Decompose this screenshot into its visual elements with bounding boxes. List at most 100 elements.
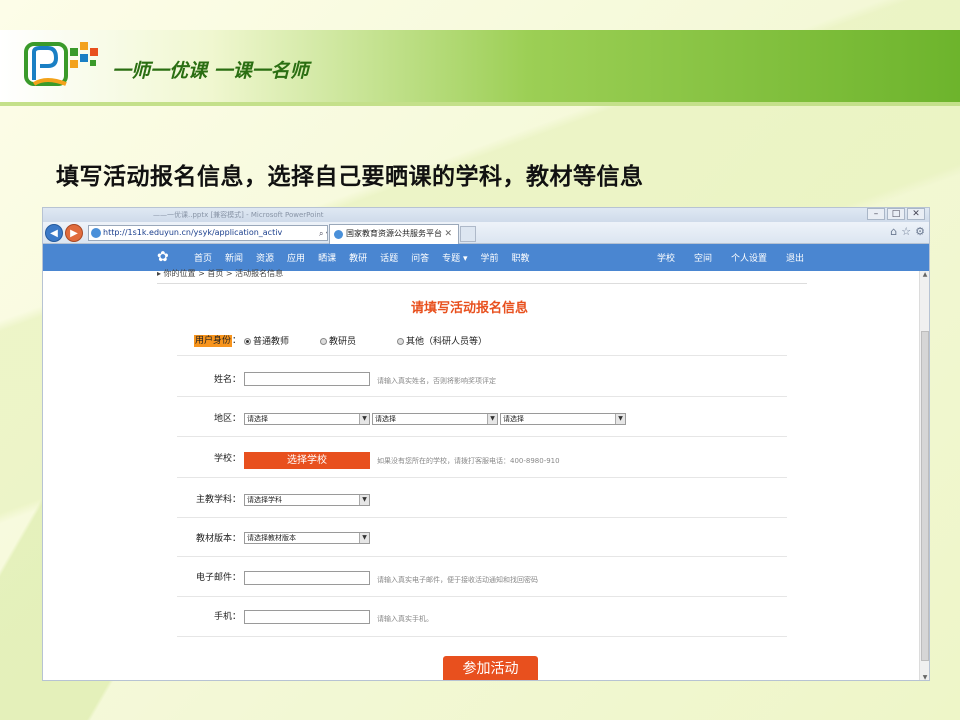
page-icon (91, 228, 101, 238)
region-label: 地区： (213, 414, 241, 424)
browser-icons: ⌂ ☆ ⚙ (890, 225, 925, 238)
forward-arrow-icon[interactable]: ▶ (65, 224, 83, 242)
star-icon[interactable]: ☆ (901, 225, 911, 238)
identity-label-text: 用户身份 (193, 335, 232, 347)
home-icon[interactable]: ⌂ (890, 225, 897, 238)
row-divider (177, 596, 787, 597)
tab-favicon-icon (334, 230, 343, 239)
browser-screenshot: ——一优课..pptx [兼容模式] - Microsoft PowerPoin… (42, 207, 930, 681)
nav-item-school[interactable]: 学校 (657, 251, 675, 264)
identity-colon: ： (231, 336, 241, 346)
select-value: 请选择教材版本 (247, 534, 296, 542)
district-select[interactable]: 请选择 ▼ (500, 413, 626, 425)
site-logo-icon[interactable]: ✿ (157, 248, 175, 266)
email-input[interactable] (244, 571, 370, 585)
join-activity-button[interactable]: 参加活动 (443, 656, 538, 680)
subject-select[interactable]: 请选择学科 ▼ (244, 494, 370, 506)
window-controls: – □ ✕ (867, 208, 925, 220)
name-label: 姓名： (213, 375, 241, 385)
select-value: 请选择 (247, 415, 268, 423)
row-divider (177, 556, 787, 557)
back-arrow-icon[interactable]: ◀ (45, 224, 63, 242)
row-divider (177, 396, 787, 397)
site-navbar: ✿ 首页 新闻 资源 应用 晒课 教研 话题 问答 专题 ▾ 学前 职教 学校 … (43, 244, 929, 271)
radio-unselected-icon (397, 338, 404, 345)
row-divider (177, 436, 787, 437)
row-divider (177, 355, 787, 356)
nav-item-research[interactable]: 教研 (349, 251, 367, 264)
window-title: ——一优课..pptx [兼容模式] - Microsoft PowerPoin… (153, 211, 324, 219)
nav-item-space[interactable]: 空间 (694, 251, 712, 264)
address-tools[interactable]: ⌕ ▾ ☰ C ✕ (319, 227, 327, 240)
edition-label: 教材版本： (195, 534, 241, 544)
phone-hint: 请输入真实手机。 (377, 615, 433, 623)
nav-item-logout[interactable]: 退出 (786, 251, 804, 264)
edition-select[interactable]: 请选择教材版本 ▼ (244, 532, 370, 544)
slide-title: 填写活动报名信息，选择自己要晒课的学科，教材等信息 (56, 164, 644, 190)
select-value: 请选择 (375, 415, 396, 423)
maximize-icon[interactable]: □ (887, 208, 905, 220)
site-nav: 首页 新闻 资源 应用 晒课 教研 话题 问答 专题 ▾ 学前 职教 (194, 244, 543, 271)
radio-unselected-icon (320, 338, 327, 345)
select-value: 请选择学科 (247, 496, 282, 504)
chevron-down-icon: ▼ (615, 414, 625, 424)
nav-item-resources[interactable]: 资源 (256, 251, 274, 264)
nav-item-apps[interactable]: 应用 (287, 251, 305, 264)
chevron-down-icon: ▼ (487, 414, 497, 424)
school-hint: 如果没有您所在的学校，请拨打客服电话：400-8980-910 (377, 457, 560, 465)
nav-item-topics[interactable]: 话题 (380, 251, 398, 264)
window-titlebar: ——一优课..pptx [兼容模式] - Microsoft PowerPoin… (43, 208, 929, 222)
nav-item-special[interactable]: 专题 ▾ (442, 251, 467, 264)
chevron-down-icon: ▼ (359, 533, 369, 543)
nav-item-news[interactable]: 新闻 (225, 251, 243, 264)
radio-label: 其他（科研人员等） (406, 337, 488, 347)
minimize-icon[interactable]: – (867, 208, 885, 220)
nav-item-preschool[interactable]: 学前 (481, 251, 499, 264)
scroll-down-icon[interactable]: ▼ (921, 674, 929, 680)
new-tab-button[interactable] (460, 226, 476, 242)
url-text: http://1s1k.eduyun.cn/ysyk/application_a… (103, 228, 283, 237)
address-bar[interactable]: http://1s1k.eduyun.cn/ysyk/application_a… (88, 225, 328, 241)
browser-tab[interactable]: 国家教育资源公共服务平台 ✕ (329, 224, 459, 244)
radio-label: 教研员 (329, 337, 357, 347)
logo-icon (24, 42, 98, 86)
radio-researcher[interactable]: 教研员 (320, 334, 356, 347)
radio-label: 普通教师 (253, 337, 290, 347)
radio-ordinary-teacher[interactable]: 普通教师 (244, 334, 289, 347)
chevron-down-icon: ▼ (359, 414, 369, 424)
subject-label: 主教学科： (195, 495, 241, 505)
nav-item-qa[interactable]: 问答 (411, 251, 429, 264)
radio-other[interactable]: 其他（科研人员等） (397, 334, 487, 347)
tab-title: 国家教育资源公共服务平台 (346, 229, 442, 238)
scroll-up-icon[interactable]: ▲ (921, 271, 929, 279)
select-value: 请选择 (503, 415, 524, 423)
city-select[interactable]: 请选择 ▼ (372, 413, 498, 425)
email-label: 电子邮件： (195, 573, 241, 583)
select-school-button[interactable]: 选择学校 (244, 452, 370, 469)
email-hint: 请输入真实电子邮件，便于接收活动通知和找回密码 (377, 576, 538, 584)
breadcrumb: ▸ 你的位置 > 首页 > 活动报名信息 (157, 269, 284, 278)
province-select[interactable]: 请选择 ▼ (244, 413, 370, 425)
chevron-down-icon: ▼ (359, 495, 369, 505)
row-divider (177, 517, 787, 518)
browser-toolbar: ◀ ▶ http://1s1k.eduyun.cn/ysyk/applicati… (43, 222, 929, 244)
radio-selected-icon (244, 338, 251, 345)
name-input[interactable] (244, 372, 370, 386)
site-user-nav: 学校 空间 个人设置 退出 (657, 244, 823, 271)
gear-icon[interactable]: ⚙ (915, 225, 925, 238)
nav-item-home[interactable]: 首页 (194, 251, 212, 264)
header-divider (0, 102, 960, 106)
nav-item-settings[interactable]: 个人设置 (731, 251, 767, 264)
breadcrumb-divider (157, 283, 807, 284)
phone-input[interactable] (244, 610, 370, 624)
name-hint: 请输入真实姓名，否则将影响奖项评定 (377, 377, 496, 385)
close-icon[interactable]: ✕ (907, 208, 925, 220)
scrollbar[interactable]: ▲ ▼ (919, 271, 929, 680)
school-label: 学校： (213, 454, 241, 464)
nav-item-vocational[interactable]: 职教 (512, 251, 530, 264)
row-divider (177, 636, 787, 637)
row-divider (177, 477, 787, 478)
nav-item-shaike[interactable]: 晒课 (318, 251, 336, 264)
tab-close-icon[interactable]: ✕ (444, 225, 452, 243)
scroll-thumb[interactable] (921, 331, 929, 661)
